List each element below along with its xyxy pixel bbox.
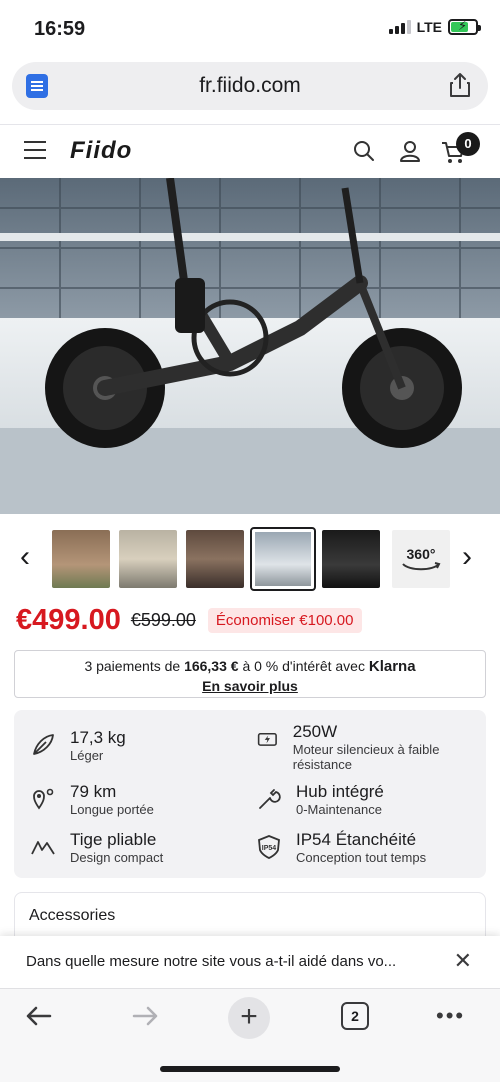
feature-title: 79 km [70, 782, 117, 801]
product-hero-image[interactable] [0, 178, 500, 514]
feature-waterproof: IP54 IP54 Étanchéité Conception tout tem… [256, 830, 426, 865]
battery-icon: ⚡ [448, 18, 481, 35]
ebike-photo [0, 178, 500, 514]
chevron-left-icon[interactable]: ‹ [20, 540, 30, 574]
feature-subtitle: Design compact [70, 850, 164, 865]
feature-folding: Tige pliable Design compact [30, 830, 163, 865]
new-tab-button[interactable]: + [228, 997, 270, 1039]
accessories-title: Accessories [29, 907, 116, 924]
feature-subtitle: Longue portée [70, 802, 154, 817]
thumbnail-2[interactable] [119, 530, 177, 588]
feather-icon [33, 734, 54, 755]
survey-banner[interactable]: Dans quelle mesure notre site vous a-t-i… [0, 936, 500, 988]
feature-motor: 250W Moteur silencieux à faible résistan… [256, 722, 476, 772]
ip54-shield-icon: IP54 [258, 835, 280, 859]
thumbnail-carousel: ‹ 360° › [0, 526, 500, 594]
klarna-suffix: à 0 % d'intérêt avec [238, 658, 369, 674]
thumbnail-5[interactable] [322, 530, 380, 588]
feature-subtitle: Moteur silencieux à faible résistance [292, 742, 440, 772]
view-360-label: 360° [406, 546, 436, 562]
address-bar[interactable]: fr.fiido.com [12, 62, 488, 110]
status-time: 16:59 [34, 18, 86, 40]
svg-text:IP54: IP54 [262, 845, 277, 852]
rotate-360-icon [402, 562, 441, 571]
status-indicators: LTE ⚡ [388, 18, 481, 35]
savings-badge: Économiser €100.00 [207, 608, 362, 633]
survey-question[interactable]: Dans quelle mesure notre site vous a-t-i… [26, 953, 396, 970]
chevron-right-icon[interactable]: › [462, 540, 472, 574]
klarna-learn-more-link[interactable]: En savoir plus [202, 678, 298, 694]
status-bar: 16:59 LTE ⚡ [0, 0, 500, 60]
thumbnail-1[interactable] [52, 530, 110, 588]
feature-weight: 17,3 kg Léger [30, 728, 126, 763]
current-price: €499.00 [16, 604, 121, 636]
fold-icon [31, 841, 55, 855]
feature-title: IP54 Étanchéité [296, 830, 417, 849]
close-icon[interactable]: ✕ [454, 948, 472, 974]
klarna-logo: Klarna [368, 658, 416, 675]
cart-count-badge[interactable]: 0 [456, 132, 480, 156]
feature-title: Hub intégré [296, 782, 384, 801]
share-icon[interactable] [448, 72, 472, 98]
route-pin-icon [33, 788, 54, 810]
klarna-installments-box: 3 paiements de 166,33 € à 0 % d'intérêt … [14, 650, 486, 698]
battery-bolt-icon [257, 732, 277, 746]
tab-switcher-button[interactable]: 2 [341, 1002, 369, 1030]
feature-subtitle: 0-Maintenance [296, 802, 382, 817]
signal-icon [388, 20, 411, 34]
search-icon[interactable] [352, 139, 376, 163]
feature-title: Tige pliable [70, 830, 157, 849]
forward-arrow-icon[interactable] [130, 1001, 160, 1031]
feature-subtitle: Léger [70, 748, 104, 763]
feature-subtitle: Conception tout temps [296, 850, 427, 865]
wrench-icon [259, 789, 281, 809]
thumbnail-360[interactable]: 360° [392, 530, 450, 588]
feature-title: 250W [292, 722, 338, 741]
klarna-prefix: 3 paiements de [84, 658, 185, 674]
thumbnail-3[interactable] [186, 530, 244, 588]
home-indicator [160, 1066, 340, 1072]
back-arrow-icon[interactable] [24, 1001, 54, 1031]
feature-grid: 17,3 kg Léger 250W Moteur silencieux à f… [14, 710, 486, 878]
menu-icon[interactable] [24, 141, 46, 159]
account-icon[interactable] [398, 139, 422, 163]
brand-logo[interactable]: Fiido [70, 137, 132, 165]
feature-range: 79 km Longue portée [30, 782, 154, 817]
thumbnail-4-selected[interactable] [250, 527, 316, 591]
url-text[interactable]: fr.fiido.com [12, 74, 488, 98]
price-row: €499.00 €599.00 Économiser €100.00 [16, 604, 362, 637]
klarna-amount: 166,33 € [184, 658, 239, 674]
feature-hub: Hub intégré 0-Maintenance [256, 782, 384, 817]
network-label: LTE [416, 19, 442, 35]
site-header: Fiido 0 [0, 124, 500, 178]
feature-title: 17,3 kg [70, 728, 126, 747]
original-price: €599.00 [130, 610, 196, 630]
more-menu-icon[interactable]: ••• [436, 1003, 465, 1029]
